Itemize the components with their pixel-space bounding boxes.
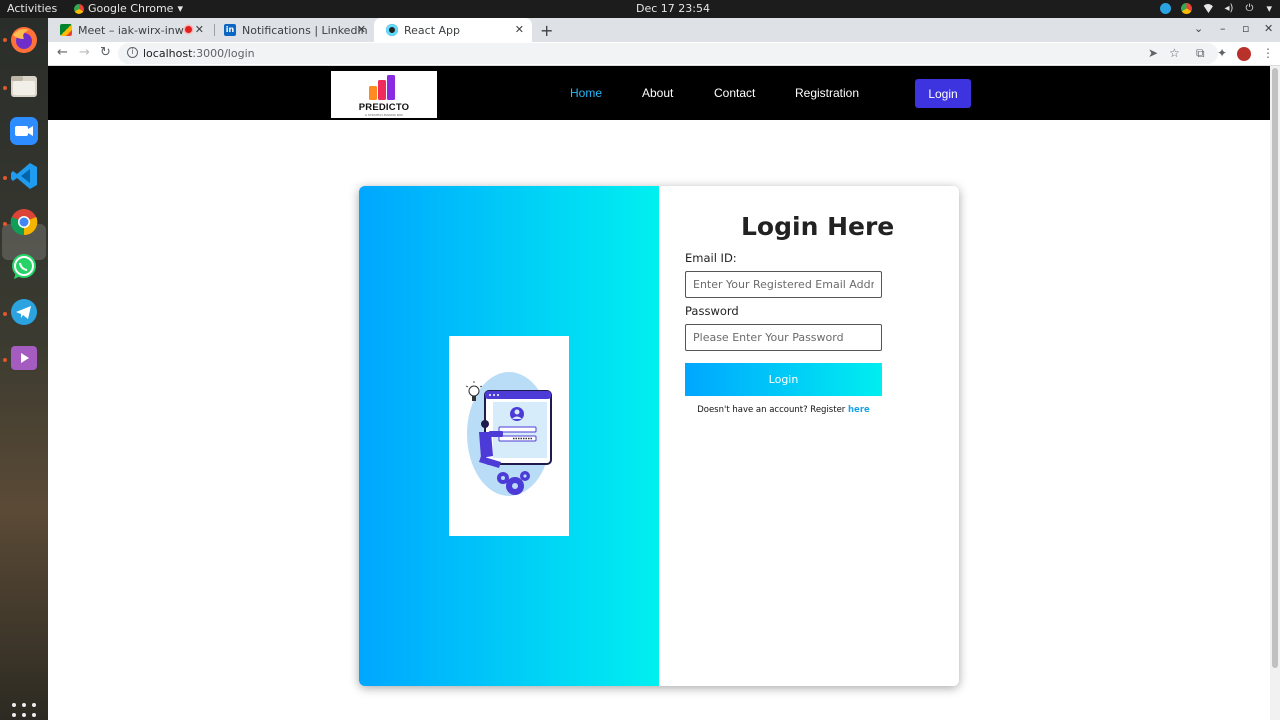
page-scrollbar[interactable] [1270, 66, 1280, 720]
minimize-icon[interactable]: – [1220, 22, 1226, 35]
logo-text: PREDICTO [358, 102, 410, 113]
login-submit-button[interactable]: Login [685, 363, 882, 396]
extension-icon[interactable]: ⧉ [1196, 46, 1205, 61]
site-info-icon[interactable]: i [127, 47, 138, 58]
register-link[interactable]: here [848, 405, 870, 415]
email-field[interactable] [685, 271, 882, 298]
close-window-icon[interactable]: ✕ [1264, 22, 1273, 35]
app-name-label: Google Chrome [88, 2, 174, 15]
login-card-gradient-panel [359, 186, 659, 686]
browser-toolbar: ← → ↻ i localhost:3000/login ➤ ☆ ⧉ ✦ ⋮ [48, 42, 1280, 66]
telegram-icon[interactable] [8, 296, 40, 328]
close-icon[interactable]: ✕ [195, 23, 204, 36]
reload-icon[interactable]: ↻ [100, 45, 111, 60]
address-bar[interactable]: i localhost:3000/login [118, 43, 1218, 64]
chrome-icon[interactable] [8, 206, 40, 238]
tab-react-app[interactable]: React App ✕ [374, 18, 532, 42]
running-indicator [3, 176, 7, 180]
browser-window: Meet – iak-wirx-inw ✕ in Notifications |… [48, 18, 1280, 720]
login-card: Login Here Email ID: Password Login Does… [359, 186, 959, 686]
password-label: Password [685, 304, 739, 318]
menu-kebab-icon[interactable]: ⋮ [1262, 46, 1274, 60]
app-menu[interactable]: Google Chrome ▾ [74, 2, 183, 15]
video-player-icon[interactable] [8, 342, 40, 374]
tab-search-icon[interactable]: ⌄ [1194, 22, 1203, 35]
close-icon[interactable]: ✕ [357, 23, 366, 36]
predicto-logo[interactable]: PREDICTO A STRATEGY-MAKING BOX [331, 71, 437, 118]
whatsapp-icon[interactable] [8, 251, 40, 283]
dock [0, 18, 48, 720]
nav-about[interactable]: About [642, 86, 673, 100]
tab-title: Notifications | LinkedIn [242, 23, 368, 37]
nav-registration[interactable]: Registration [795, 86, 859, 100]
power-icon[interactable]: ⏻ [1245, 3, 1256, 14]
zoom-icon[interactable] [8, 115, 40, 147]
volume-icon[interactable]: ◂) [1224, 3, 1235, 14]
tab-strip: Meet – iak-wirx-inw ✕ in Notifications |… [48, 18, 1280, 42]
system-tray[interactable]: ◂) ⏻ ▾ [1160, 2, 1272, 15]
nav-home[interactable]: Home [570, 86, 602, 100]
logo-tagline: A STRATEGY-MAKING BOX [364, 113, 404, 117]
login-title: Login Here [741, 212, 895, 241]
clock[interactable]: Dec 17 23:54 [636, 2, 710, 15]
login-form-panel: Login Here Email ID: Password Login Does… [659, 186, 959, 686]
register-prompt: Doesn't have an account? Register here [685, 405, 882, 415]
files-icon[interactable] [8, 70, 40, 102]
wifi-icon[interactable] [1202, 4, 1215, 13]
vscode-icon[interactable] [8, 160, 40, 192]
back-icon[interactable]: ← [57, 45, 68, 60]
chevron-down-icon[interactable]: ▾ [1266, 2, 1272, 15]
firefox-icon[interactable] [8, 24, 40, 56]
site-navbar: PREDICTO A STRATEGY-MAKING BOX Home Abou… [48, 66, 1270, 120]
recording-icon [185, 26, 192, 33]
react-icon [386, 24, 398, 36]
tab-title: React App [404, 23, 461, 37]
telegram-tray-icon[interactable] [1160, 3, 1172, 14]
running-indicator [3, 222, 7, 226]
bookmark-star-icon[interactable]: ☆ [1169, 46, 1180, 60]
forward-icon[interactable]: → [79, 45, 90, 60]
show-applications-icon[interactable] [12, 703, 36, 720]
tab-linkedin[interactable]: in Notifications | LinkedIn ✕ [212, 18, 374, 42]
url-text[interactable]: localhost:3000/login [143, 47, 255, 60]
tab-title: Meet – iak-wirx-inw [78, 23, 184, 37]
register-prompt-text: Doesn't have an account? Register [697, 405, 848, 415]
linkedin-icon: in [224, 24, 236, 36]
nav-contact[interactable]: Contact [714, 86, 755, 100]
running-indicator [3, 86, 7, 90]
profile-avatar[interactable] [1237, 47, 1251, 61]
nav-login-button[interactable]: Login [915, 79, 971, 108]
tab-meet[interactable]: Meet – iak-wirx-inw ✕ [48, 18, 212, 42]
email-label: Email ID: [685, 251, 737, 265]
password-field[interactable] [685, 324, 882, 351]
chevron-down-icon: ▾ [177, 2, 183, 15]
google-meet-icon [60, 24, 72, 36]
logo-bars-icon [369, 75, 395, 100]
chrome-small-icon [74, 3, 84, 14]
scrollbar-thumb[interactable] [1272, 68, 1278, 668]
puzzle-icon[interactable]: ✦ [1217, 46, 1227, 60]
running-indicator [3, 358, 7, 362]
maximize-icon[interactable]: ▫ [1242, 22, 1249, 35]
running-indicator [3, 312, 7, 316]
activities-button[interactable]: Activities [7, 2, 57, 15]
page-content: PREDICTO A STRATEGY-MAKING BOX Home Abou… [48, 66, 1270, 720]
close-icon[interactable]: ✕ [515, 23, 524, 36]
new-tab-button[interactable]: + [540, 21, 553, 40]
send-icon[interactable]: ➤ [1148, 46, 1158, 60]
system-top-bar: Activities Google Chrome ▾ Dec 17 23:54 … [0, 0, 1280, 18]
login-illustration [449, 336, 569, 536]
chrome-tray-icon[interactable] [1181, 3, 1193, 14]
running-indicator [3, 38, 7, 42]
